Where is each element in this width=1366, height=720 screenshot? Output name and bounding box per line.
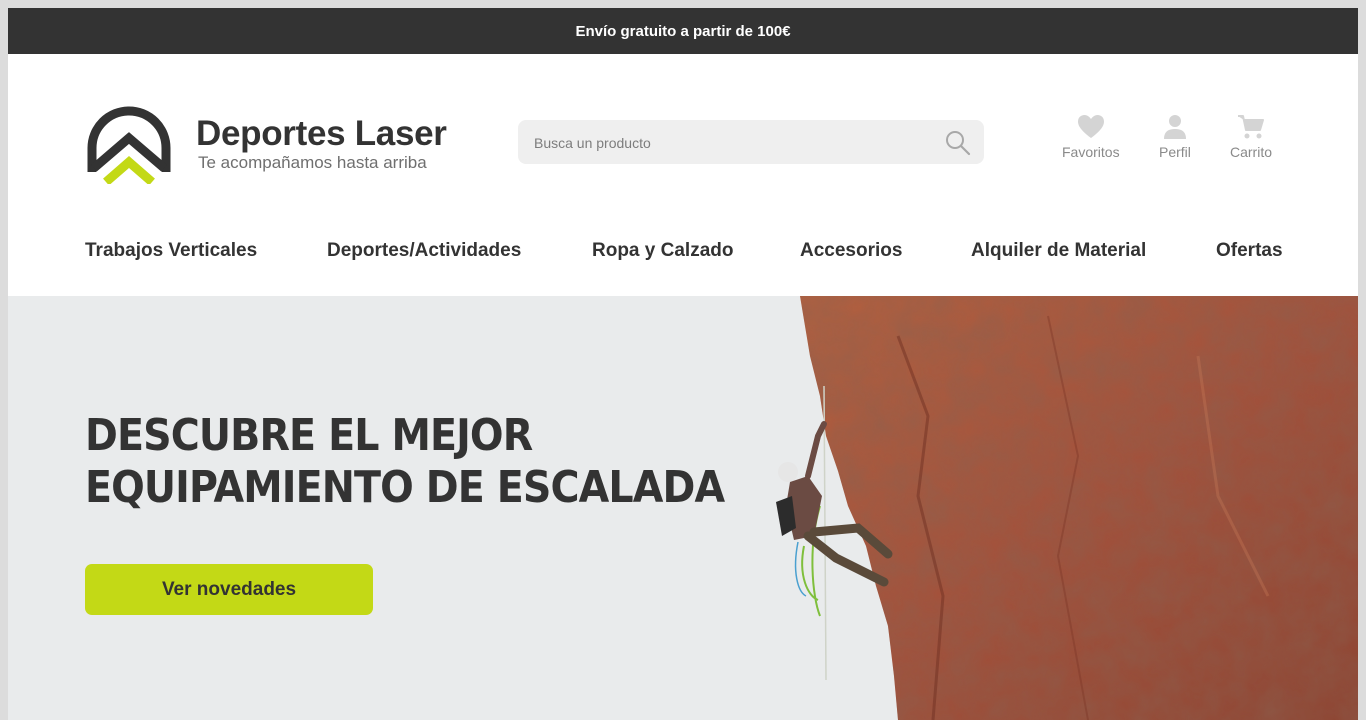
promo-text: Envío gratuito a partir de 100€ — [575, 22, 791, 40]
brand-name[interactable]: Deportes Laser — [196, 114, 447, 154]
search-icon[interactable] — [944, 129, 972, 157]
hero-title-line-2: EQUIPAMIENTO DE ESCALADA — [85, 462, 725, 513]
hero-banner: DESCUBRE EL MEJOR EQUIPAMIENTO DE ESCALA… — [8, 296, 1358, 720]
site-header: Deportes Laser Te acompañamos hasta arri… — [8, 54, 1358, 296]
promo-bar: Envío gratuito a partir de 100€ — [8, 8, 1358, 54]
see-new-arrivals-button[interactable]: Ver novedades — [85, 564, 373, 615]
search-input[interactable] — [518, 120, 946, 166]
cart-label: Carrito — [1230, 144, 1273, 160]
profile-button[interactable]: Perfil — [1159, 114, 1191, 160]
climber-photo — [776, 296, 1358, 720]
page-frame: Envío gratuito a partir de 100€ Deportes… — [8, 8, 1358, 720]
nav-item-ofertas[interactable]: Ofertas — [1216, 240, 1283, 262]
brand-tagline: Te acompañamos hasta arriba — [198, 153, 427, 172]
profile-label: Perfil — [1159, 144, 1191, 160]
cart-button[interactable]: Carrito — [1230, 114, 1272, 160]
main-nav: Trabajos Verticales Deportes/Actividades… — [8, 240, 1358, 270]
logo-mountain-icon[interactable] — [84, 98, 174, 184]
cart-icon — [1238, 115, 1264, 139]
hero-title-line-1: DESCUBRE EL MEJOR — [85, 410, 533, 461]
nav-item-deportes-actividades[interactable]: Deportes/Actividades — [327, 240, 521, 262]
heart-icon — [1077, 115, 1104, 138]
nav-item-ropa-calzado[interactable]: Ropa y Calzado — [592, 240, 733, 262]
nav-item-trabajos-verticales[interactable]: Trabajos Verticales — [85, 240, 257, 262]
nav-item-alquiler-material[interactable]: Alquiler de Material — [971, 240, 1146, 262]
hero-title: DESCUBRE EL MEJOR EQUIPAMIENTO DE ESCALA… — [85, 410, 733, 514]
user-icon — [1163, 115, 1186, 139]
favorites-button[interactable]: Favoritos — [1062, 114, 1120, 160]
favorites-label: Favoritos — [1062, 144, 1120, 160]
search-bar — [518, 120, 984, 166]
nav-item-accesorios[interactable]: Accesorios — [800, 240, 902, 262]
